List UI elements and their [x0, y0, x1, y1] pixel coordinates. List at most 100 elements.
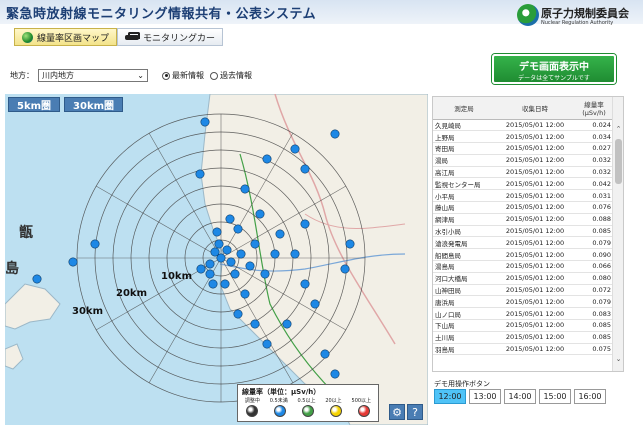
- monitoring-station-marker[interactable]: [240, 184, 250, 194]
- table-row[interactable]: 寄田局 2015/05/01 12:00 0.027: [433, 142, 613, 155]
- monitoring-station-marker[interactable]: [330, 369, 340, 379]
- monitoring-station-marker[interactable]: [220, 279, 230, 289]
- collected-time-cell: 2015/05/01 12:00: [495, 331, 575, 344]
- monitoring-station-marker[interactable]: [282, 319, 292, 329]
- monitoring-station-marker[interactable]: [233, 309, 243, 319]
- tab-monitoring-car[interactable]: モニタリングカー: [117, 28, 224, 46]
- table-row[interactable]: 土川局 2015/05/01 12:00 0.085: [433, 331, 613, 344]
- time-button[interactable]: 15:00: [539, 389, 571, 404]
- monitoring-station-marker[interactable]: [270, 249, 280, 259]
- table-row[interactable]: 唐浜局 2015/05/01 12:00 0.079: [433, 295, 613, 309]
- monitoring-station-marker[interactable]: [225, 214, 235, 224]
- dose-rate-cell: 0.079: [575, 236, 613, 250]
- dose-rate-map[interactable]: 5km圏 30km圏 10km 20km 30km 甑 島 線量率（単位：μSv…: [5, 94, 428, 425]
- table-row[interactable]: 上野局 2015/05/01 12:00 0.034: [433, 130, 613, 144]
- demo-mode-banner[interactable]: デモ画面表示中 データは全てサンプルです: [492, 54, 616, 84]
- monitoring-station-marker[interactable]: [300, 279, 310, 289]
- monitoring-station-marker[interactable]: [300, 164, 310, 174]
- monitoring-station-marker[interactable]: [290, 144, 300, 154]
- monitoring-station-marker[interactable]: [212, 227, 222, 237]
- time-button[interactable]: 16:00: [574, 389, 606, 404]
- monitoring-station-marker[interactable]: [210, 247, 220, 257]
- radio-latest[interactable]: 最新情報: [162, 70, 204, 81]
- monitoring-station-marker[interactable]: [330, 129, 340, 139]
- range-30km-button[interactable]: 30km圏: [64, 97, 124, 112]
- monitoring-station-marker[interactable]: [345, 239, 355, 249]
- monitoring-station-marker[interactable]: [250, 239, 260, 249]
- station-table[interactable]: 測定局 収集日時 線量率 (μSv/h) 久見崎局 2015/05/01 12:0…: [432, 96, 624, 372]
- monitoring-station-marker[interactable]: [200, 117, 210, 127]
- monitoring-station-marker[interactable]: [195, 169, 205, 179]
- monitoring-station-marker[interactable]: [90, 239, 100, 249]
- table-scrollbar[interactable]: ⌃ ⌄: [612, 97, 623, 371]
- monitoring-station-marker[interactable]: [320, 349, 330, 359]
- chevron-down-icon: ⌄: [137, 71, 144, 80]
- monitoring-station-marker[interactable]: [250, 319, 260, 329]
- monitoring-station-marker[interactable]: [262, 339, 272, 349]
- monitoring-station-marker[interactable]: [236, 249, 246, 259]
- monitoring-station-marker[interactable]: [230, 269, 240, 279]
- collected-time-cell: 2015/05/01 12:00: [495, 154, 575, 167]
- area-select[interactable]: 川内地方 ⌄: [38, 69, 148, 82]
- monitoring-station-marker[interactable]: [262, 154, 272, 164]
- monitoring-station-marker[interactable]: [205, 259, 215, 269]
- monitoring-station-marker[interactable]: [300, 219, 310, 229]
- monitoring-station-marker[interactable]: [205, 269, 215, 279]
- collected-time-cell: 2015/05/01 12:00: [495, 295, 575, 309]
- monitoring-station-marker[interactable]: [275, 229, 285, 239]
- column-header-station: 測定局: [433, 97, 495, 120]
- table-row[interactable]: 羽島局 2015/05/01 12:00 0.075: [433, 343, 613, 356]
- monitoring-station-marker[interactable]: [222, 245, 232, 255]
- table-row[interactable]: 藤山局 2015/05/01 12:00 0.076: [433, 201, 613, 214]
- monitoring-station-marker[interactable]: [214, 239, 224, 249]
- legend-dot-icon: [330, 405, 342, 417]
- radio-past[interactable]: 過去情報: [210, 70, 252, 81]
- monitoring-station-marker[interactable]: [240, 289, 250, 299]
- monitoring-station-marker[interactable]: [68, 257, 78, 267]
- monitoring-station-marker[interactable]: [255, 209, 265, 219]
- gear-icon[interactable]: ⚙: [389, 404, 405, 420]
- radio-dot-icon: [210, 71, 218, 80]
- table-row[interactable]: 水引小局 2015/05/01 12:00 0.085: [433, 225, 613, 238]
- table-row[interactable]: 山神田局 2015/05/01 12:00 0.072: [433, 284, 613, 297]
- scroll-thumb[interactable]: [615, 139, 622, 184]
- scroll-down-icon[interactable]: ⌄: [614, 355, 623, 365]
- dose-rate-cell: 0.034: [575, 130, 613, 144]
- time-button[interactable]: 14:00: [504, 389, 536, 404]
- station-name-cell: 藤山局: [433, 201, 495, 214]
- table-row[interactable]: 小平局 2015/05/01 12:00 0.031: [433, 189, 613, 203]
- table-row[interactable]: 湯島局 2015/05/01 12:00 0.066: [433, 260, 613, 273]
- monitoring-station-marker[interactable]: [310, 299, 320, 309]
- table-row[interactable]: 高江局 2015/05/01 12:00 0.032: [433, 166, 613, 179]
- table-row[interactable]: 監視センター局 2015/05/01 12:00 0.042: [433, 177, 613, 191]
- monitoring-station-marker[interactable]: [226, 257, 236, 267]
- help-button[interactable]: ?: [407, 404, 423, 420]
- tab-dose-map[interactable]: 線量率区画マップ: [14, 28, 118, 46]
- monitoring-station-marker[interactable]: [290, 249, 300, 259]
- monitoring-station-marker[interactable]: [260, 269, 270, 279]
- tab-dose-map-label: 線量率区画マップ: [37, 33, 110, 44]
- dose-rate-cell: 0.085: [575, 319, 613, 332]
- time-button[interactable]: 13:00: [469, 389, 501, 404]
- dose-rate-cell: 0.080: [575, 272, 613, 285]
- collected-time-cell: 2015/05/01 12:00: [495, 213, 575, 226]
- table-row[interactable]: 久見崎局 2015/05/01 12:00 0.024: [433, 119, 613, 132]
- monitoring-station-marker[interactable]: [245, 261, 255, 271]
- table-row[interactable]: 船間島局 2015/05/01 12:00 0.090: [433, 248, 613, 262]
- monitoring-station-marker[interactable]: [32, 274, 42, 284]
- time-button[interactable]: 12:00: [434, 389, 466, 404]
- map-canvas[interactable]: [5, 94, 428, 425]
- monitoring-station-marker[interactable]: [233, 224, 243, 234]
- table-row[interactable]: 河口大橋局 2015/05/01 12:00 0.080: [433, 272, 613, 285]
- table-row[interactable]: 下山局 2015/05/01 12:00 0.085: [433, 319, 613, 332]
- table-row[interactable]: 湯局 2015/05/01 12:00 0.032: [433, 154, 613, 167]
- table-row[interactable]: 滄浪発電局 2015/05/01 12:00 0.079: [433, 236, 613, 250]
- table-row[interactable]: 山ノ口局 2015/05/01 12:00 0.083: [433, 307, 613, 321]
- scroll-up-icon[interactable]: ⌃: [614, 125, 623, 135]
- table-body: 久見崎局 2015/05/01 12:00 0.024 上野局 2015/05/01 1…: [433, 119, 613, 356]
- monitoring-station-marker[interactable]: [340, 264, 350, 274]
- table-row[interactable]: 網津局 2015/05/01 12:00 0.088: [433, 213, 613, 226]
- monitoring-station-marker[interactable]: [196, 264, 206, 274]
- range-5km-button[interactable]: 5km圏: [8, 97, 61, 112]
- monitoring-station-marker[interactable]: [208, 279, 218, 289]
